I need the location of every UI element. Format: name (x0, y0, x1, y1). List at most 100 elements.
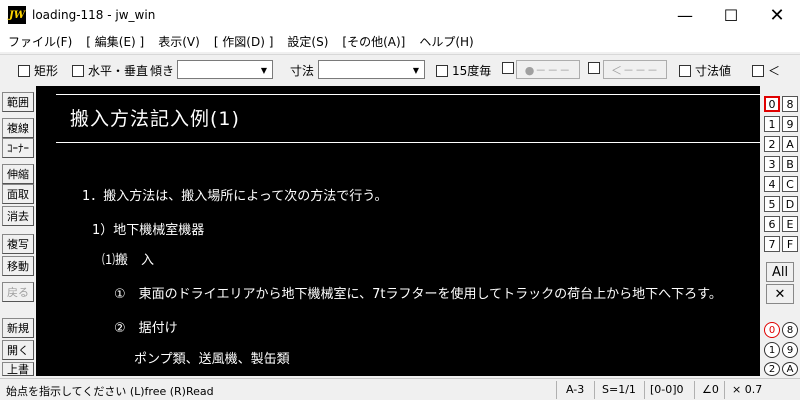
status-bar: 始点を指示してください (L)free (R)Read A-3 S=1/1 [0… (0, 378, 800, 400)
line-type-button[interactable]: ●－－－ (516, 60, 580, 79)
layer-1-button[interactable]: 1 (764, 116, 780, 132)
tool-undo-button[interactable]: 戻る (2, 282, 34, 302)
menu-file[interactable]: ファイル(F) (0, 33, 78, 50)
layer-f-button[interactable]: F (782, 236, 798, 252)
tilt-combo[interactable]: ▼ (177, 60, 273, 79)
line-style-option[interactable] (588, 62, 600, 74)
layer-e-button[interactable]: E (782, 216, 798, 232)
lt-option[interactable]: ＜ (752, 62, 780, 79)
tool-erase-button[interactable]: 消去 (2, 206, 34, 226)
deg15-checkbox[interactable] (436, 64, 448, 77)
tool-corner-button[interactable]: ｺｰﾅｰ (2, 138, 34, 158)
menu-draw[interactable]: [ 作図(D) ] (206, 33, 280, 50)
drawing-text-line: 1）地下機械室機器 (92, 223, 205, 238)
status-divider (594, 381, 595, 399)
rect-checkbox[interactable] (18, 64, 30, 77)
tool-offset-button[interactable]: 複線 (2, 118, 34, 138)
layer-b-button[interactable]: B (782, 156, 798, 172)
layer-7-button[interactable]: 7 (764, 236, 780, 252)
menu-help[interactable]: ヘルプ(H) (411, 33, 479, 50)
maximize-button[interactable]: ☐ (708, 0, 754, 30)
rect-label: 矩形 (34, 64, 59, 78)
angle-value[interactable]: ∠0 (702, 383, 719, 396)
layer-4-button[interactable]: 4 (764, 176, 780, 192)
minimize-button[interactable]: — (662, 0, 708, 30)
dimvalue-option[interactable]: 寸法値 (679, 62, 731, 79)
chevron-down-icon[interactable]: ▼ (410, 64, 422, 76)
lt-checkbox[interactable] (752, 64, 764, 77)
menu-edit[interactable]: [ 編集(E) ] (78, 33, 150, 50)
tool-stretch-button[interactable]: 伸縮 (2, 164, 34, 184)
menu-bar: ファイル(F) [ 編集(E) ] 表示(V) [ 作図(D) ] 設定(S) … (0, 30, 800, 52)
hv-checkbox[interactable] (72, 64, 84, 77)
lt-label: ＜ (768, 64, 781, 78)
line-type-option[interactable] (502, 62, 514, 74)
layer-panel: 0 1 2 3 4 5 6 7 8 9 A B C D E F All ✕ 0 … (760, 92, 800, 376)
layer-2-button[interactable]: 2 (764, 136, 780, 152)
paper-size[interactable]: A-3 (566, 383, 584, 396)
tool-save-button[interactable]: 上書 (2, 362, 34, 376)
layer-3-button[interactable]: 3 (764, 156, 780, 172)
layer-group-8-button[interactable]: 8 (782, 322, 798, 338)
drawing-text-line: ⑴搬 入 (102, 253, 155, 268)
dimvalue-checkbox[interactable] (679, 64, 691, 77)
menu-view[interactable]: 表示(V) (150, 33, 206, 50)
layer-5-button[interactable]: 5 (764, 196, 780, 212)
scale-value[interactable]: S=1/1 (602, 383, 636, 396)
tilt-label: 傾き (150, 64, 175, 78)
dimension-combo[interactable]: ▼ (318, 60, 425, 79)
tool-chamfer-button[interactable]: 面取 (2, 184, 34, 204)
status-message: 始点を指示してください (L)free (R)Read (6, 385, 214, 398)
title-bar: JW loading-118 - jw_win — ☐ ✕ (0, 0, 800, 30)
dimension-label: 寸法 (290, 64, 315, 78)
drawing-text-line: ポンプ類、送風機、製缶類 (134, 352, 290, 367)
drawing-text-line: ① 東面のドライエリアから地下機械室に、7tラフターを使用してトラックの荷台上か… (114, 287, 722, 302)
rect-option[interactable]: 矩形 (18, 62, 58, 79)
left-tool-panel: 範囲 複線 ｺｰﾅｰ 伸縮 面取 消去 複写 移動 戻る 新規 開く 上書 (0, 88, 36, 376)
hv-option[interactable]: 水平・垂直 (72, 62, 148, 79)
layer-6-button[interactable]: 6 (764, 216, 780, 232)
title-underline (56, 142, 760, 143)
layer-c-button[interactable]: C (782, 176, 798, 192)
layer-group-9-button[interactable]: 9 (782, 342, 798, 358)
layer-group-1-button[interactable]: 1 (764, 342, 780, 358)
layer-9-button[interactable]: 9 (782, 116, 798, 132)
close-button[interactable]: ✕ (754, 0, 800, 30)
status-divider (694, 381, 695, 399)
layer-8-button[interactable]: 8 (782, 96, 798, 112)
property-toolbar: 矩形 水平・垂直 傾き ▼ 寸法 ▼ 15度毎 ●－－－ ＜－－－ 寸法値 ＜ (0, 54, 800, 82)
layer-group-2-button[interactable]: 2 (764, 362, 780, 376)
drawing-canvas[interactable]: 搬入方法記入例(1) 1．搬入方法は、搬入場所によって次の方法で行う。 1）地下… (36, 86, 760, 376)
menu-other[interactable]: [その他(A)] (334, 33, 411, 50)
frame-top-line (56, 94, 760, 95)
window-title: loading-118 - jw_win (32, 8, 156, 22)
drawing-text-line: 1．搬入方法は、搬入場所によって次の方法で行う。 (82, 189, 388, 204)
tool-range-button[interactable]: 範囲 (2, 92, 34, 112)
jw-app-icon: JW (8, 6, 26, 24)
chevron-down-icon[interactable]: ▼ (258, 64, 270, 76)
deg15-option[interactable]: 15度毎 (436, 62, 491, 79)
layer-status[interactable]: [0-0]0 (650, 383, 684, 396)
drawing-title: 搬入方法記入例(1) (70, 108, 240, 130)
status-divider (556, 381, 557, 399)
status-divider (724, 381, 725, 399)
layer-d-button[interactable]: D (782, 196, 798, 212)
tool-new-button[interactable]: 新規 (2, 318, 34, 338)
layer-group-0-button[interactable]: 0 (764, 322, 780, 338)
cross-icon[interactable]: ✕ (766, 284, 794, 304)
tool-move-button[interactable]: 移動 (2, 256, 34, 276)
layer-group-a-button[interactable]: A (782, 362, 798, 376)
drawing-text-line: ② 据付け (114, 321, 178, 336)
all-layers-button[interactable]: All (766, 262, 794, 282)
dimvalue-label: 寸法値 (695, 64, 732, 78)
tool-open-button[interactable]: 開く (2, 340, 34, 360)
tool-copy-button[interactable]: 複写 (2, 234, 34, 254)
deg15-label: 15度毎 (452, 64, 492, 78)
layer-0-button[interactable]: 0 (764, 96, 780, 112)
layer-a-button[interactable]: A (782, 136, 798, 152)
line-style-checkbox[interactable] (588, 62, 600, 74)
line-style-button[interactable]: ＜－－－ (603, 60, 667, 79)
menu-settings[interactable]: 設定(S) (279, 33, 334, 50)
line-type-checkbox[interactable] (502, 62, 514, 74)
zoom-value[interactable]: × 0.7 (732, 383, 762, 396)
